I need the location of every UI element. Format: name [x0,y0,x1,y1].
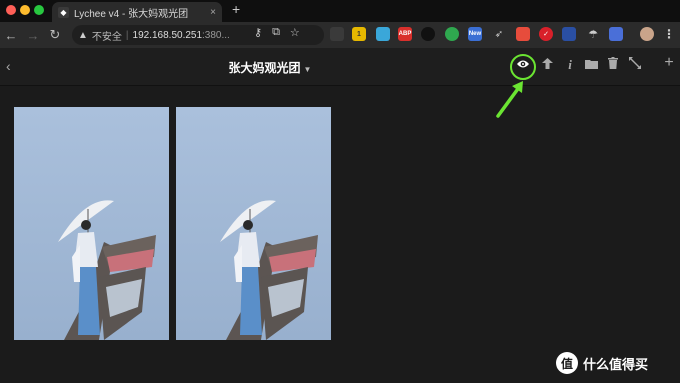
omnibox-actions: ⚷ ⧉ ☆ [254,26,300,39]
url-text: 192.168.50.251:380... [132,29,230,41]
photo-2 [176,107,331,340]
adblock-icon[interactable]: ABP [398,27,412,41]
lychee-icon: ◆ [58,6,69,18]
security-label: 不安全 [91,31,122,43]
browser-tab[interactable]: ◆ Lychee v4 - 张大妈观光团 × [52,2,222,22]
share-icon[interactable] [538,57,556,72]
chrome-extension-icon[interactable] [516,27,530,41]
watermark-text: 什么值得买 [583,356,649,372]
extension-badge-icon[interactable]: 1 [352,27,366,41]
extension-icon[interactable] [562,27,576,41]
chevron-down-icon: ▼ [303,65,312,74]
extension-icon[interactable] [330,27,344,41]
new-extension-icon[interactable]: New [468,27,482,41]
photo-thumbnail[interactable] [14,107,169,340]
tab-title: Lychee v4 - 张大妈观光团 [74,8,189,20]
extension-icon[interactable] [421,27,435,41]
reload-icon[interactable]: ↻ [44,27,66,43]
new-tab-button[interactable]: + [232,1,240,17]
translate-icon[interactable]: ⧉ [272,26,280,39]
trash-icon[interactable] [604,57,622,72]
folder-icon[interactable] [582,57,600,72]
tab-close-icon[interactable]: × [210,7,216,18]
watermark: 值 什么值得买 [556,352,648,374]
highlight-circle [510,54,536,80]
minimize-window-button[interactable] [20,5,30,15]
menu-icon[interactable]: ⋮ [662,27,676,41]
warning-icon: ▲ [78,29,88,41]
album-title[interactable]: 张大妈观光团 ▼ [200,59,340,76]
app-header: ‹ 张大妈观光团 ▼ i + [0,48,680,86]
browser-toolbar: ← → ↻ ▲ 不安全 | 192.168.50.251:380... ⚷ ⧉ … [0,22,680,48]
browser-tab-bar: ◆ Lychee v4 - 张大妈观光团 × + [0,0,680,22]
umbrella-icon[interactable]: ☂ [586,27,600,41]
bookmark-star-icon[interactable]: ☆ [290,26,300,39]
extension-icon[interactable] [609,27,623,41]
back-icon[interactable]: ‹ [6,58,11,74]
watermark-badge: 值 [556,352,578,374]
extension-icon[interactable]: ✓ [539,27,553,41]
extension-icon[interactable] [445,27,459,41]
annotation-arrow-icon [496,81,523,118]
avatar[interactable] [640,27,654,41]
fullscreen-icon[interactable] [626,57,644,72]
photo-1 [14,107,169,340]
key-icon[interactable]: ⚷ [254,26,262,39]
close-window-button[interactable] [6,5,16,15]
omnibox-divider: | [125,29,129,41]
maximize-window-button[interactable] [34,5,44,15]
photo-thumbnail[interactable] [176,107,331,340]
extension-icon[interactable]: ➶ [492,27,506,41]
extension-icon[interactable] [376,27,390,41]
forward-icon[interactable]: → [22,28,44,43]
info-icon[interactable]: i [561,57,579,73]
back-icon[interactable]: ← [0,28,22,43]
plus-icon[interactable]: + [660,54,678,72]
